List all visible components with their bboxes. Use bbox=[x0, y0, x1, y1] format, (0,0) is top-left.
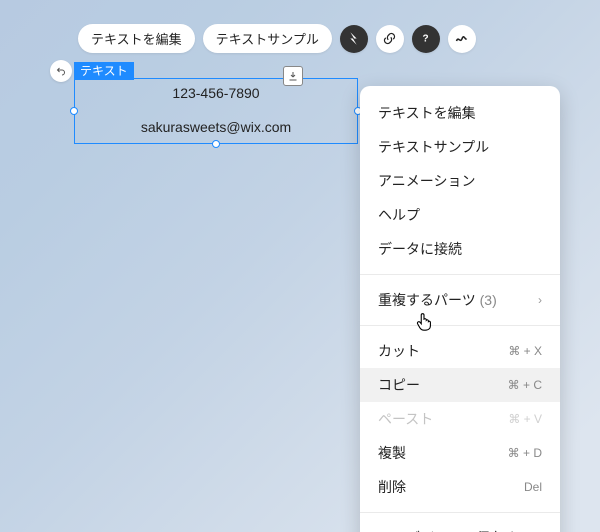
text-sample-label: テキストサンプル bbox=[216, 29, 319, 48]
path-icon-button[interactable] bbox=[448, 25, 476, 53]
menu-animation[interactable]: アニメーション bbox=[360, 164, 560, 198]
menu-animation-label: アニメーション bbox=[378, 171, 475, 191]
edit-text-label: テキストを編集 bbox=[91, 29, 182, 48]
menu-copy[interactable]: コピー ⌘ + C bbox=[360, 368, 560, 402]
editor-canvas[interactable]: テキストを編集 テキストサンプル ? テキスト 123-456-7890 sak… bbox=[0, 0, 600, 532]
menu-cut-shortcut: ⌘ + X bbox=[508, 344, 542, 358]
menu-data-connect[interactable]: データに接続 bbox=[360, 232, 560, 266]
menu-help-label: ヘルプ bbox=[378, 205, 420, 225]
chevron-right-icon: › bbox=[538, 293, 542, 307]
download-icon bbox=[287, 70, 299, 82]
help-icon-button[interactable]: ? bbox=[412, 25, 440, 53]
menu-edit-text[interactable]: テキストを編集 bbox=[360, 96, 560, 130]
menu-cut[interactable]: カット ⌘ + X bbox=[360, 334, 560, 368]
menu-delete-shortcut: Del bbox=[524, 480, 542, 494]
menu-paste-shortcut: ⌘ + V bbox=[508, 412, 542, 426]
menu-save-mydesign-label: マイデザインに保存する bbox=[378, 528, 532, 532]
phone-text: 123-456-7890 bbox=[75, 85, 357, 101]
menu-paste: ペースト ⌘ + V bbox=[360, 402, 560, 436]
menu-delete[interactable]: 削除 Del bbox=[360, 470, 560, 504]
menu-delete-label: 削除 bbox=[378, 477, 406, 497]
email-text: sakurasweets@wix.com bbox=[75, 119, 357, 135]
menu-paste-label: ペースト bbox=[378, 409, 433, 429]
flash-icon bbox=[346, 31, 361, 46]
menu-overlapping-label: 重複するパーツ (3) bbox=[378, 290, 497, 310]
download-button[interactable] bbox=[283, 66, 303, 86]
context-menu: テキストを編集 テキストサンプル アニメーション ヘルプ データに接続 重複する… bbox=[360, 86, 560, 532]
text-sample-button[interactable]: テキストサンプル bbox=[203, 24, 332, 53]
menu-text-sample-label: テキストサンプル bbox=[378, 137, 489, 157]
menu-separator bbox=[360, 274, 560, 275]
element-toolbar: テキストを編集 テキストサンプル ? bbox=[78, 24, 476, 53]
squiggle-icon bbox=[454, 31, 469, 46]
menu-cut-label: カット bbox=[378, 341, 420, 361]
menu-edit-text-label: テキストを編集 bbox=[378, 103, 476, 123]
link-icon bbox=[382, 31, 397, 46]
animation-icon-button[interactable] bbox=[340, 25, 368, 53]
menu-overlapping-count: (3) bbox=[480, 292, 497, 308]
menu-help[interactable]: ヘルプ bbox=[360, 198, 560, 232]
menu-text-sample[interactable]: テキストサンプル bbox=[360, 130, 560, 164]
menu-data-connect-label: データに接続 bbox=[378, 239, 462, 259]
svg-text:?: ? bbox=[423, 34, 429, 45]
menu-duplicate-shortcut: ⌘ + D bbox=[508, 446, 542, 460]
menu-duplicate-label: 複製 bbox=[378, 443, 406, 463]
resize-handle-left[interactable] bbox=[70, 107, 78, 115]
link-icon-button[interactable] bbox=[376, 25, 404, 53]
edit-text-button[interactable]: テキストを編集 bbox=[78, 24, 195, 53]
menu-overlapping-text: 重複するパーツ bbox=[378, 292, 476, 308]
menu-separator bbox=[360, 325, 560, 326]
resize-handle-bottom[interactable] bbox=[212, 140, 220, 148]
menu-duplicate[interactable]: 複製 ⌘ + D bbox=[360, 436, 560, 470]
menu-overlapping-parts[interactable]: 重複するパーツ (3) › bbox=[360, 283, 560, 317]
menu-copy-label: コピー bbox=[378, 375, 420, 395]
undo-button[interactable] bbox=[50, 60, 72, 82]
question-icon: ? bbox=[418, 31, 433, 46]
undo-icon bbox=[55, 65, 67, 77]
menu-separator bbox=[360, 512, 560, 513]
menu-copy-shortcut: ⌘ + C bbox=[508, 378, 542, 392]
menu-save-mydesign[interactable]: マイデザインに保存する bbox=[360, 521, 560, 532]
selected-text-element[interactable]: 123-456-7890 sakurasweets@wix.com bbox=[74, 78, 358, 144]
